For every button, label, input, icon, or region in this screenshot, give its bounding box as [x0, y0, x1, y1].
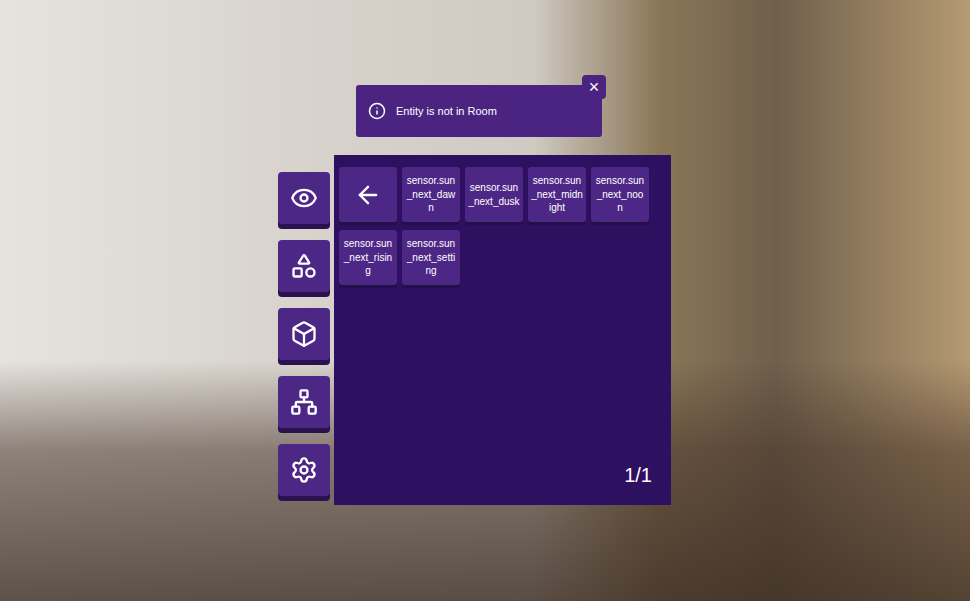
- entity-tile[interactable]: sensor.sun_next_rising: [339, 230, 397, 285]
- entity-panel: sensor.sun_next_dawnsensor.sun_next_dusk…: [334, 155, 671, 505]
- entity-tile[interactable]: sensor.sun_next_setting: [402, 230, 460, 285]
- close-button[interactable]: ×: [582, 75, 606, 99]
- info-icon: [368, 102, 386, 120]
- view-button[interactable]: [278, 172, 330, 224]
- page-indicator: 1/1: [624, 464, 666, 493]
- entity-tile[interactable]: sensor.sun_next_dawn: [402, 167, 460, 222]
- 3d-objects-button[interactable]: [278, 308, 330, 360]
- scene: Entity is not in Room×sensor.sun_next_da…: [0, 0, 970, 601]
- entity-tile[interactable]: sensor.sun_next_noon: [591, 167, 649, 222]
- hierarchy-button[interactable]: [278, 376, 330, 428]
- toast: Entity is not in Room×: [356, 85, 602, 137]
- widgets-icon: [290, 252, 318, 280]
- entity-tile[interactable]: sensor.sun_next_midnight: [528, 167, 586, 222]
- settings-button[interactable]: [278, 444, 330, 496]
- view-icon: [290, 184, 318, 212]
- sidebar: [278, 172, 330, 496]
- entity-grid: sensor.sun_next_dawnsensor.sun_next_dusk…: [339, 167, 666, 285]
- settings-icon: [290, 456, 318, 484]
- entity-tile[interactable]: sensor.sun_next_dusk: [465, 167, 523, 222]
- back-button[interactable]: [339, 167, 397, 222]
- menu: sensor.sun_next_dawnsensor.sun_next_dusk…: [278, 155, 671, 505]
- 3d-objects-icon: [290, 320, 318, 348]
- toast-message: Entity is not in Room: [396, 105, 497, 117]
- arrow-left-icon: [354, 181, 382, 209]
- widgets-button[interactable]: [278, 240, 330, 292]
- hierarchy-icon: [290, 388, 318, 416]
